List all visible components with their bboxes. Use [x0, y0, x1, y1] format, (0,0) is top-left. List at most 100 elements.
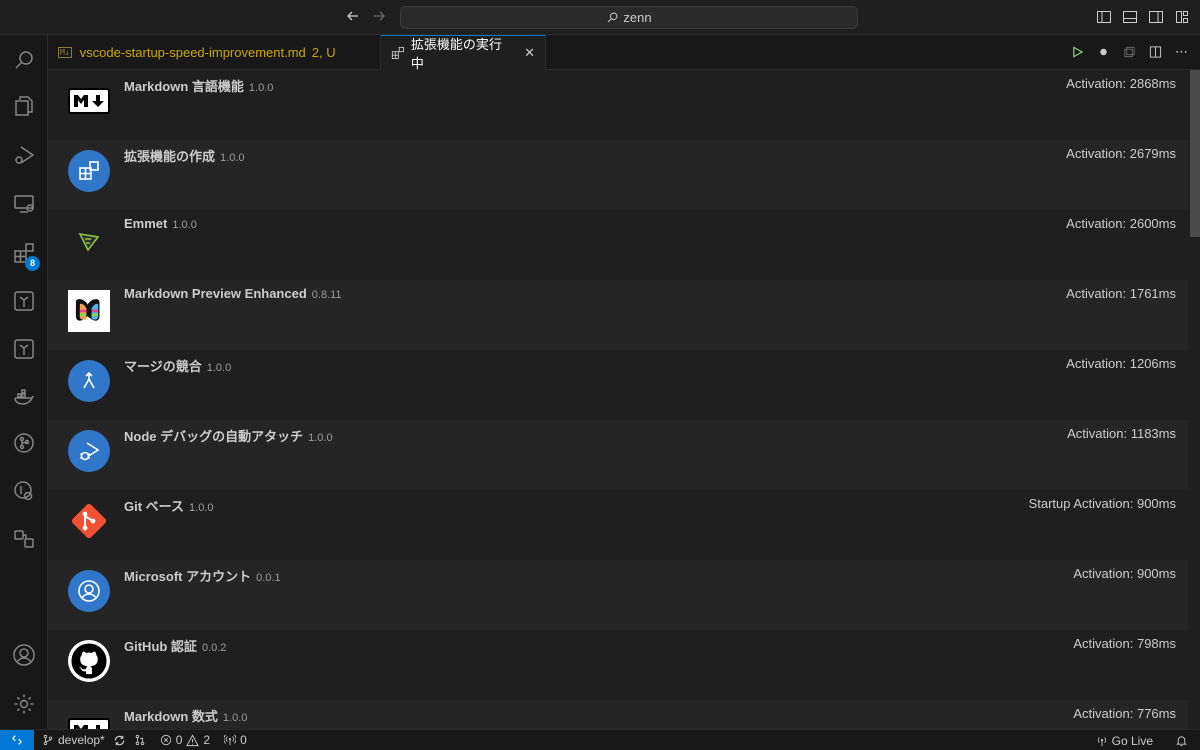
- toggle-secondary-sidebar-icon[interactable]: [1148, 9, 1164, 25]
- activation-time: Activation: 2868ms: [1066, 76, 1176, 91]
- list-item[interactable]: Microsoft アカウント 0.0.1 Activation: 900ms: [48, 560, 1188, 630]
- account-icon: [68, 570, 110, 612]
- list-item[interactable]: Markdown Preview Enhanced 0.8.11 Activati…: [48, 280, 1188, 350]
- accounts-icon[interactable]: [0, 631, 48, 679]
- record-icon[interactable]: [1097, 44, 1110, 60]
- deploy-icon[interactable]: [0, 515, 48, 563]
- source-control-icon[interactable]: [0, 419, 48, 467]
- extension-version: 1.0.0: [248, 82, 274, 94]
- extension-name: Markdown 言語機能: [124, 79, 244, 94]
- list-item[interactable]: Node デバッグの自動アタッチ 1.0.0 Activation: 1183ms: [48, 420, 1188, 490]
- extension-name: Node デバッグの自動アタッチ: [124, 429, 304, 444]
- extension-name: Markdown Preview Enhanced: [124, 286, 307, 301]
- editor-tab-bar: M↓ vscode-startup-speed-improvement.md 2…: [48, 35, 1200, 71]
- remote-explorer-icon[interactable]: [0, 180, 48, 228]
- extension-version: 1.0.0: [206, 362, 232, 374]
- extensions-badge: 8: [25, 256, 40, 271]
- activation-time: Activation: 1761ms: [1066, 286, 1176, 301]
- git-branch-icon: [43, 734, 53, 746]
- scrollbar-thumb[interactable]: [1190, 70, 1200, 237]
- extension-version: 1.0.0: [222, 712, 248, 724]
- activation-time: Activation: 776ms: [1073, 706, 1176, 721]
- markdown-icon: [68, 88, 110, 114]
- terraform-icon[interactable]: [0, 325, 48, 373]
- manage-gear-icon[interactable]: [0, 680, 48, 728]
- more-actions-icon[interactable]: ⋯: [1175, 44, 1188, 60]
- run-debug-icon[interactable]: [0, 131, 48, 179]
- error-icon: [160, 734, 171, 746]
- docker-icon[interactable]: [0, 373, 48, 421]
- extension-name: Emmet: [124, 216, 168, 231]
- git-icon: [68, 500, 110, 542]
- extension-name: 拡張機能の作成: [124, 149, 216, 164]
- extensions-view-icon[interactable]: 8: [0, 229, 48, 277]
- extension-version: 0.8.11: [311, 289, 342, 301]
- toggle-panel-icon[interactable]: [1122, 9, 1138, 25]
- split-editor-icon[interactable]: [1149, 44, 1162, 60]
- pull-request-indicator[interactable]: [134, 734, 146, 746]
- activation-time: Activation: 1183ms: [1067, 426, 1176, 441]
- list-item[interactable]: Markdown 言語機能 1.0.0 Activation: 2868ms: [48, 70, 1188, 140]
- running-extensions-list: Markdown 言語機能 1.0.0 Activation: 2868ms 拡張…: [48, 70, 1200, 729]
- search-icon: [608, 12, 618, 23]
- extension-version: 1.0.0: [220, 152, 245, 164]
- go-live-label: Go Live: [1111, 733, 1153, 748]
- activity-bar: 8: [0, 35, 48, 729]
- github-icon: [68, 640, 110, 682]
- search-view-icon[interactable]: [0, 36, 48, 84]
- remote-indicator-icon[interactable]: [0, 729, 34, 750]
- back-arrow-icon[interactable]: [344, 8, 362, 26]
- profile-icon[interactable]: [1123, 44, 1136, 60]
- list-item[interactable]: 拡張機能の作成 1.0.0 Activation: 2679ms: [48, 140, 1188, 210]
- markdown-icon: [68, 718, 110, 729]
- error-count: 0: [175, 733, 183, 747]
- forward-arrow-icon[interactable]: [370, 8, 388, 26]
- list-item[interactable]: GitHub 認証 0.0.2 Activation: 798ms: [48, 630, 1188, 700]
- tab-markdown-file[interactable]: M↓ vscode-startup-speed-improvement.md 2…: [48, 35, 381, 70]
- status-bar: develop* 0 2 0 Go Live: [0, 729, 1200, 750]
- problems-indicator[interactable]: 0 2: [160, 733, 210, 747]
- extension-version: 0.0.2: [201, 642, 227, 654]
- extension-version: 0.0.1: [256, 572, 281, 584]
- close-icon[interactable]: ✕: [524, 45, 535, 61]
- go-live-button[interactable]: Go Live: [1096, 734, 1153, 748]
- vertical-scrollbar[interactable]: [1188, 70, 1200, 729]
- git-graph-icon[interactable]: [0, 467, 48, 515]
- tab-status: 2, U: [311, 45, 336, 60]
- command-center-search[interactable]: zenn: [400, 6, 858, 29]
- extensions-icon: [68, 150, 110, 192]
- extension-version: 1.0.0: [308, 432, 333, 444]
- extension-version: 1.0.0: [189, 502, 214, 514]
- explorer-icon[interactable]: [0, 82, 48, 130]
- command-center-text: zenn: [623, 10, 652, 25]
- tab-label: 拡張機能の実行中: [410, 37, 502, 71]
- activation-time: Activation: 798ms: [1073, 636, 1176, 651]
- tab-label: vscode-startup-speed-improvement.md: [79, 45, 306, 60]
- debug-icon: [68, 430, 110, 472]
- notifications-bell-icon[interactable]: [1175, 734, 1188, 747]
- warning-count: 2: [203, 733, 211, 747]
- tab-running-extensions[interactable]: 拡張機能の実行中 ✕: [381, 35, 546, 71]
- run-icon[interactable]: [1071, 44, 1084, 60]
- list-item[interactable]: Emmet 1.0.0 Activation: 2600ms: [48, 210, 1188, 280]
- warning-icon: [186, 733, 200, 746]
- list-item[interactable]: マージの競合 1.0.0 Activation: 1206ms: [48, 350, 1188, 420]
- sync-icon[interactable]: [113, 734, 126, 747]
- markdown-file-icon: M↓: [58, 47, 72, 58]
- toggle-primary-sidebar-icon[interactable]: [1096, 9, 1112, 25]
- pull-request-icon: [135, 734, 145, 746]
- ports-indicator[interactable]: 0: [224, 733, 247, 747]
- broadcast-icon: [1097, 736, 1106, 746]
- terraform-cloud-icon[interactable]: [0, 277, 48, 325]
- activation-time: Activation: 2600ms: [1066, 216, 1176, 231]
- list-item[interactable]: Markdown 数式 1.0.0 Activation: 776ms: [48, 700, 1188, 729]
- extension-name: マージの競合: [124, 359, 202, 374]
- broadcast-icon: [224, 734, 237, 746]
- title-bar: zenn: [0, 0, 1200, 35]
- extension-name: Git ベース: [124, 499, 185, 514]
- branch-indicator[interactable]: develop*: [42, 733, 126, 747]
- activation-time: Activation: 1206ms: [1066, 356, 1176, 371]
- customize-layout-icon[interactable]: [1174, 9, 1190, 25]
- list-item[interactable]: Git ベース 1.0.0 Startup Activation: 900ms: [48, 490, 1188, 560]
- mpe-icon: [68, 290, 110, 332]
